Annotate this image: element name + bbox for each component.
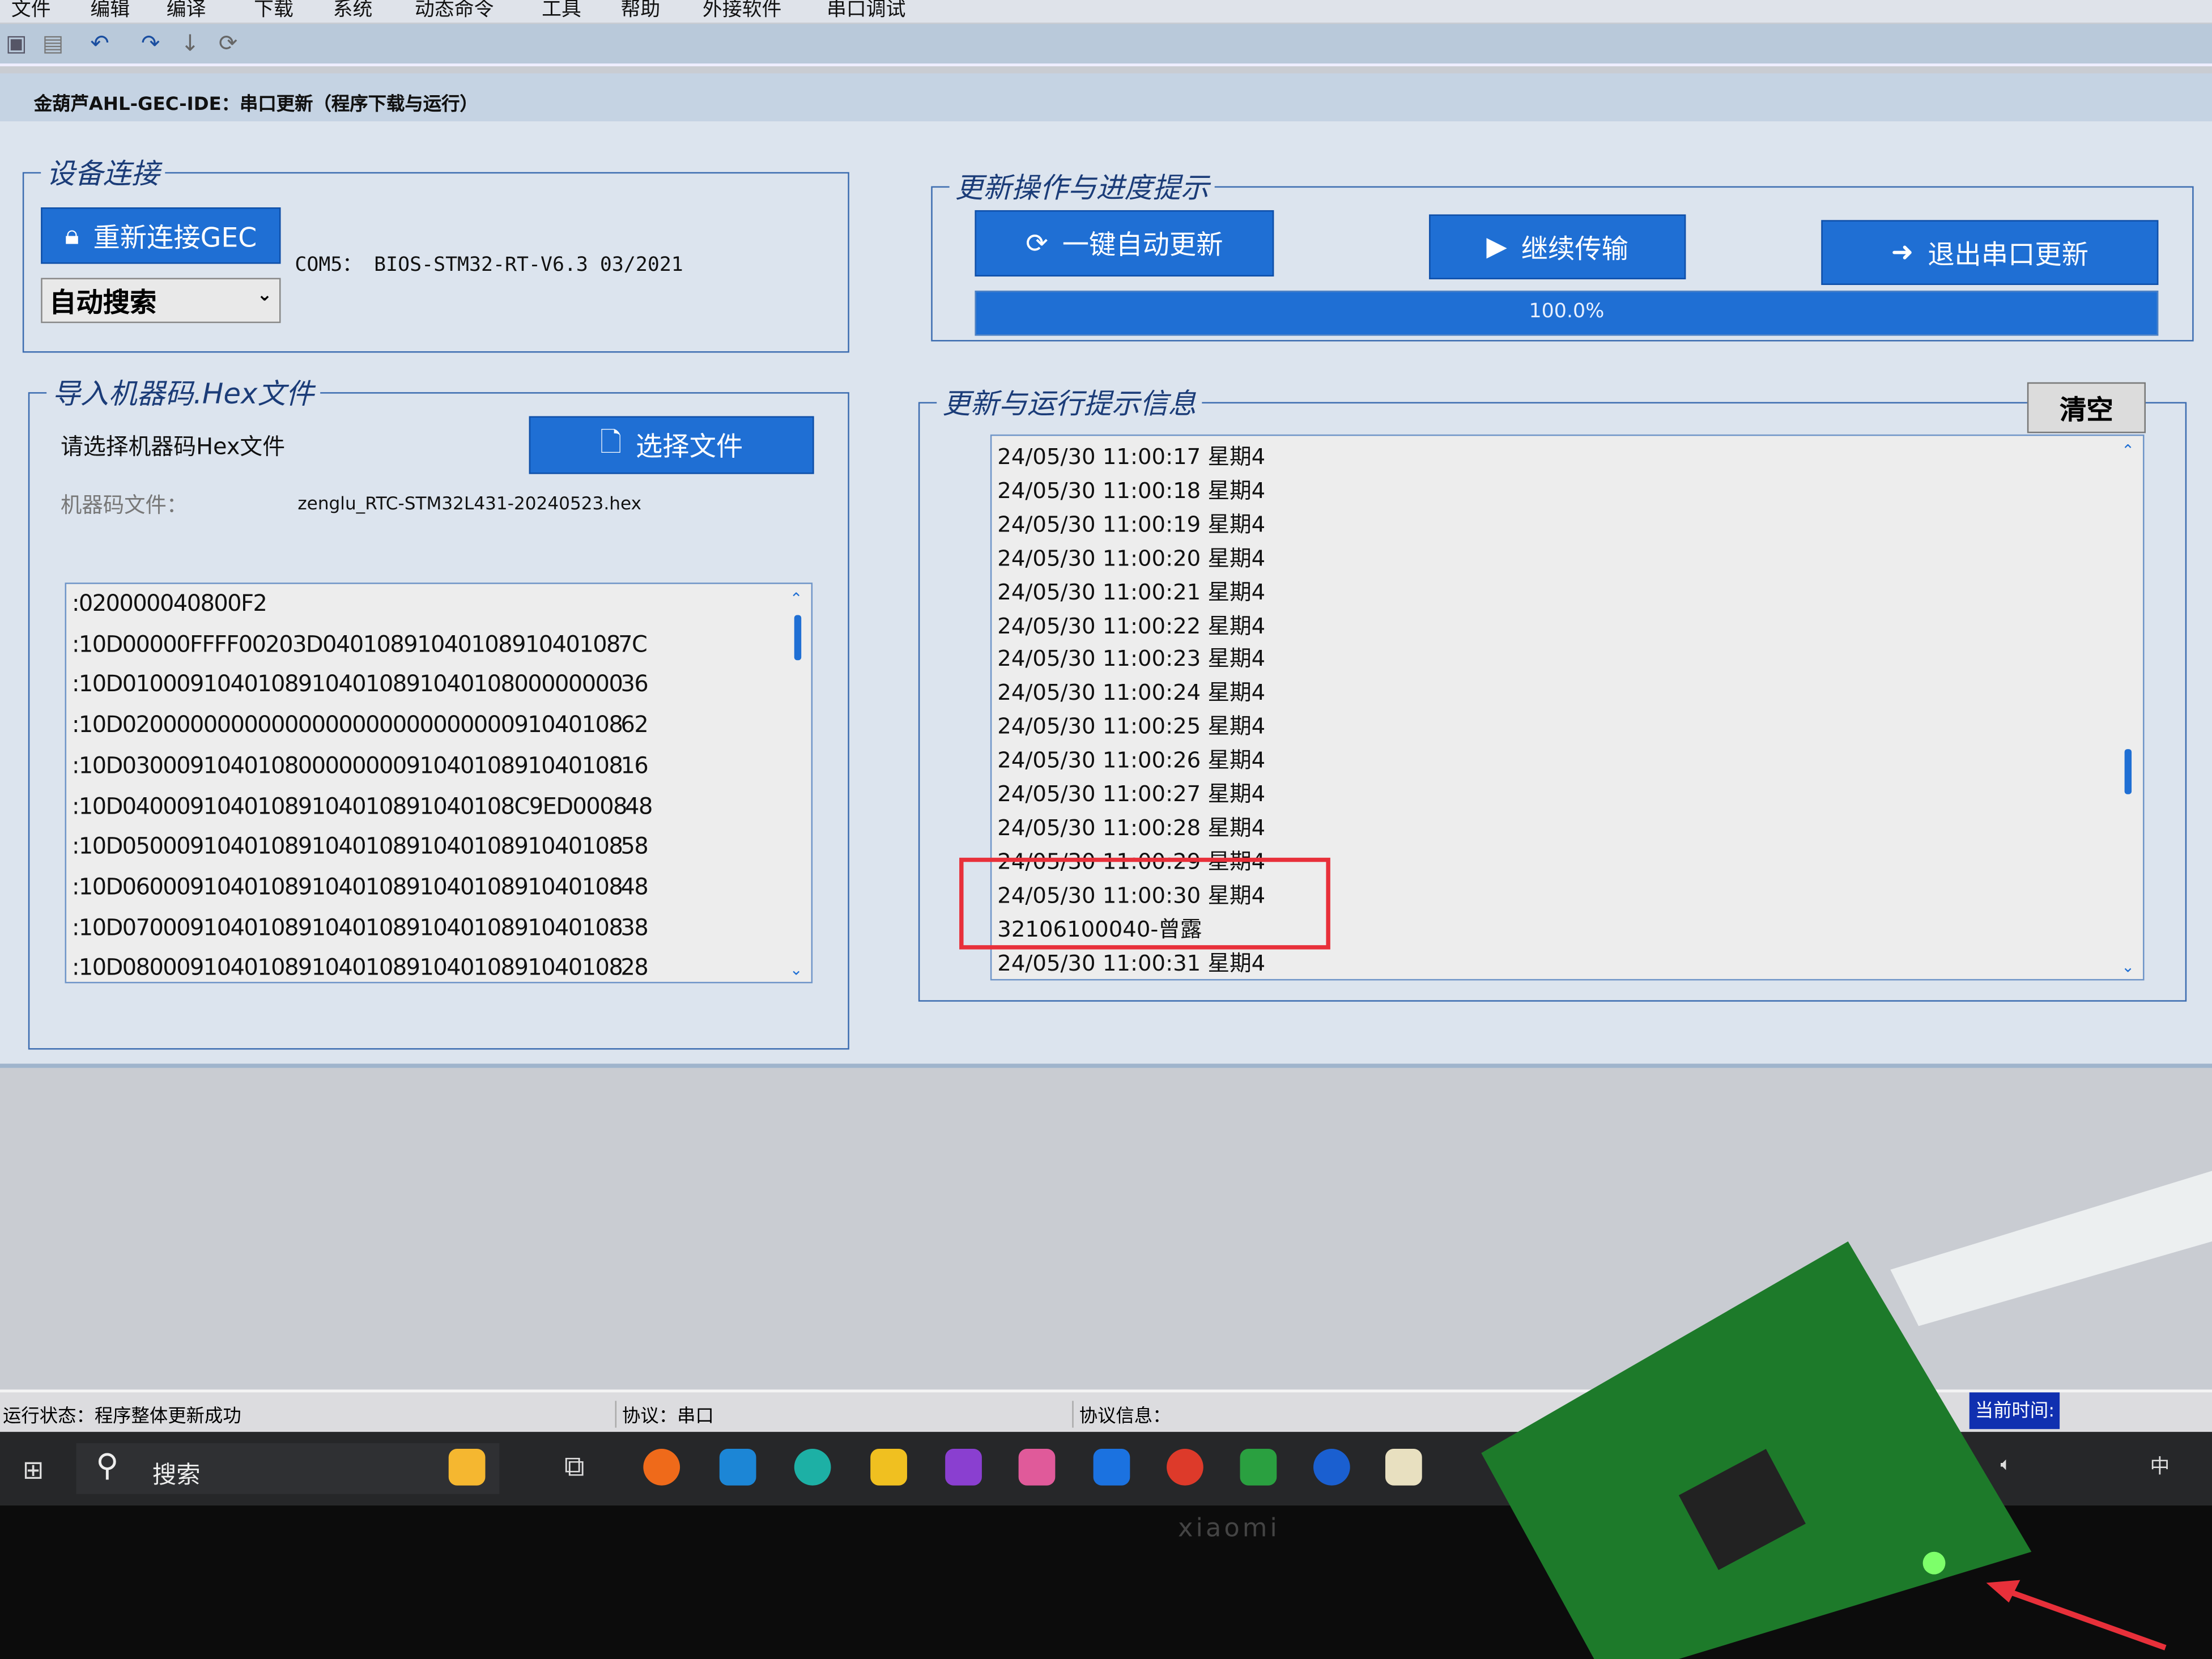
red-arrow	[1995, 1584, 2167, 1651]
pcb-board-photo	[1481, 1171, 2212, 1659]
green-led	[1922, 1551, 1946, 1575]
usb-cable	[1890, 1171, 2212, 1326]
